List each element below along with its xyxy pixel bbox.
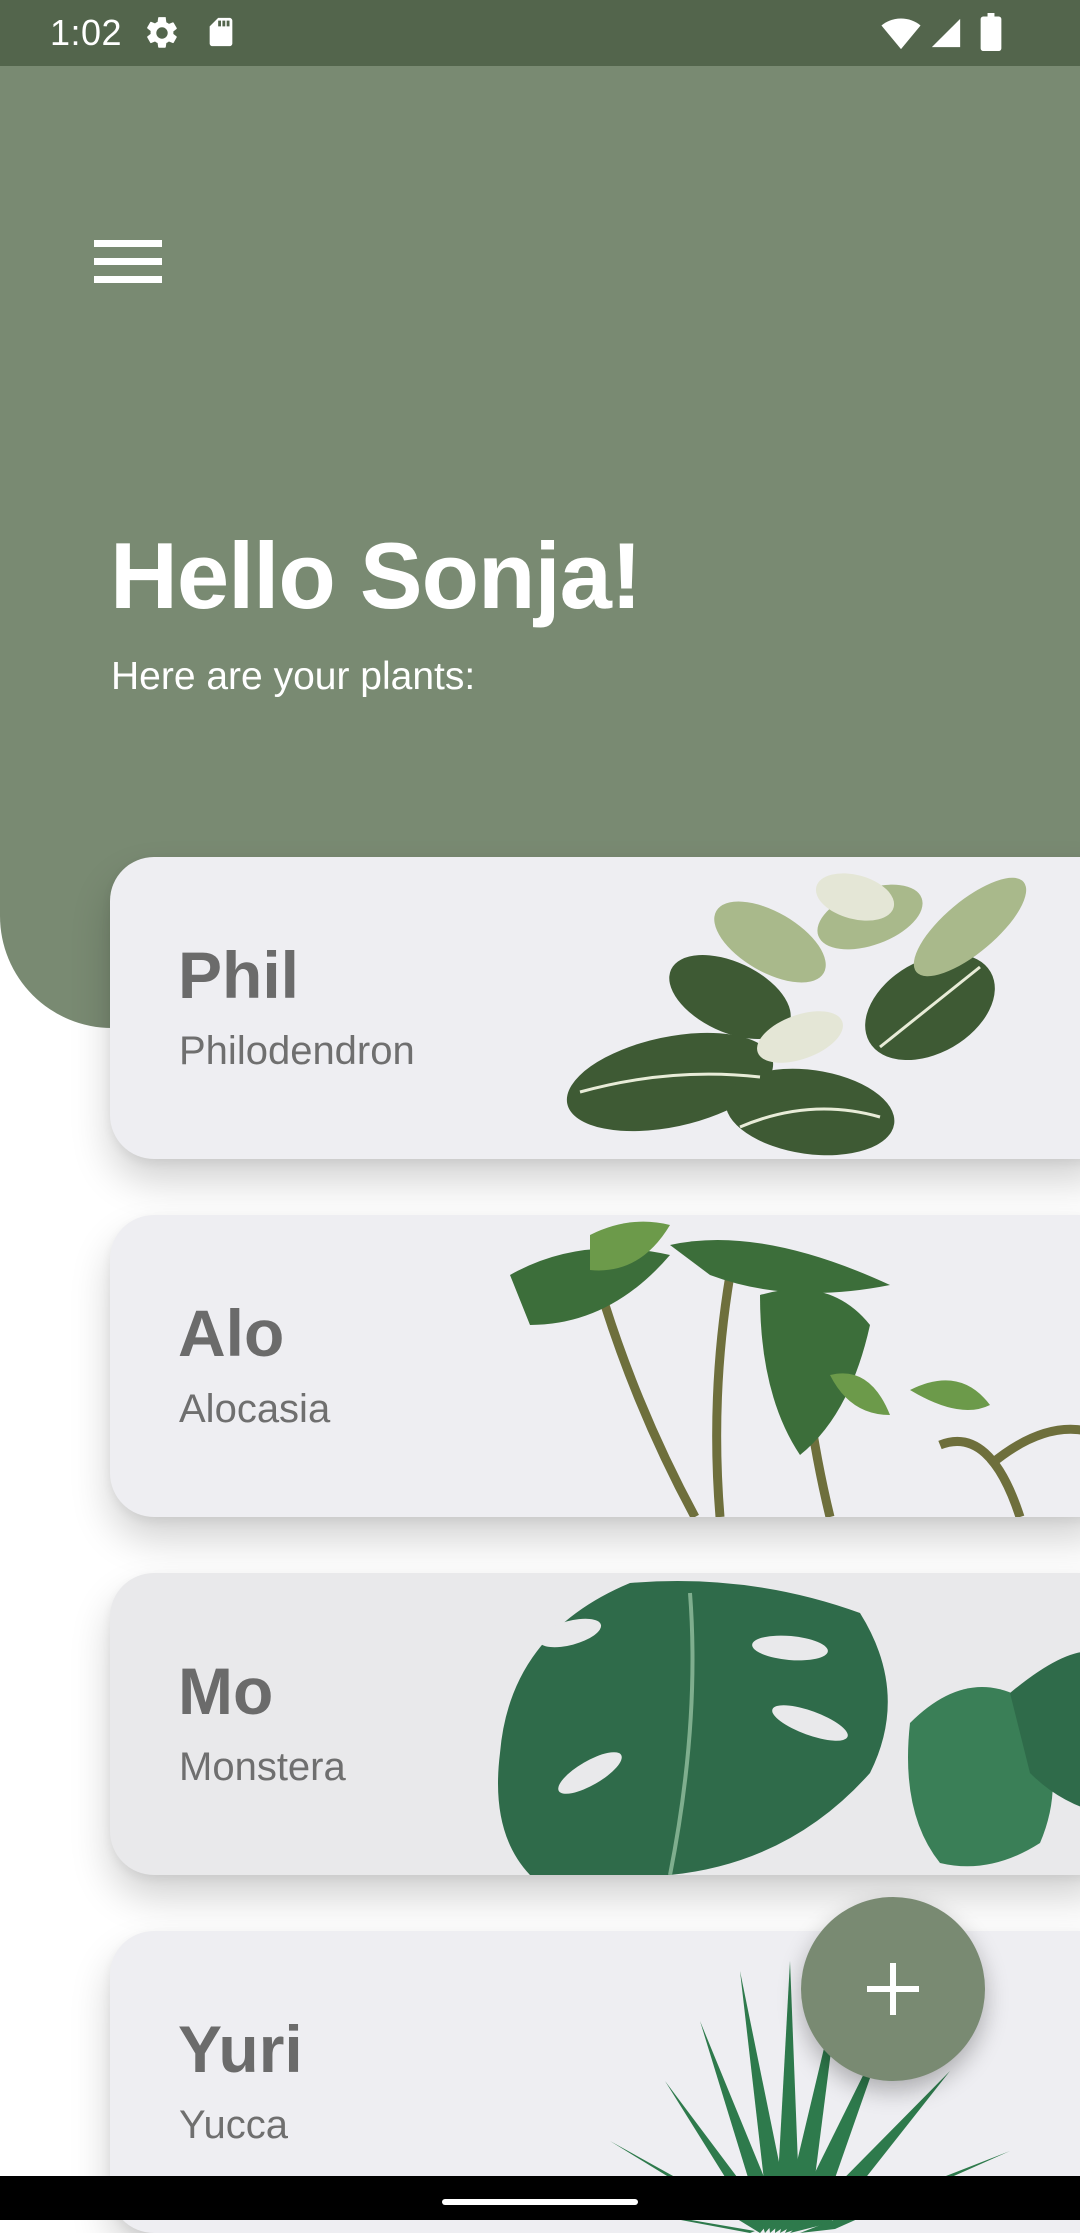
add-plant-button[interactable] [801,1897,985,2081]
greeting-subtitle: Here are your plants: [111,655,476,698]
plant-name: Phil [178,938,300,1012]
plant-species: Philodendron [179,1029,415,1073]
plant-species: Yucca [179,2103,288,2147]
plant-card-alo[interactable]: Alo Alocasia [110,1215,1080,1517]
settings-gear-icon [143,14,181,57]
plant-card-mo[interactable]: Mo Monstera [110,1573,1080,1875]
plant-name: Mo [178,1654,274,1728]
plus-icon [867,1963,919,2015]
plant-name: Yuri [178,2012,303,2086]
plant-species: Alocasia [179,1387,331,1431]
menu-bar [94,275,162,283]
plant-species: Monstera [179,1745,346,1789]
plant-card-phil[interactable]: Phil Philodendron [110,857,1080,1159]
home-gesture-handle[interactable] [442,2199,638,2205]
cell-signal-icon [929,16,963,55]
wifi-icon [880,16,922,55]
plant-name: Alo [178,1296,285,1370]
sd-card-icon [204,14,238,55]
status-time: 1:02 [50,12,123,53]
battery-icon [980,13,1002,56]
menu-bar [94,239,162,247]
greeting-title: Hello Sonja! [110,523,642,628]
hamburger-menu-icon[interactable] [94,226,178,296]
navigation-bar [0,2176,1080,2220]
status-bar: 1:02 [0,0,1080,66]
menu-bar [94,257,162,265]
